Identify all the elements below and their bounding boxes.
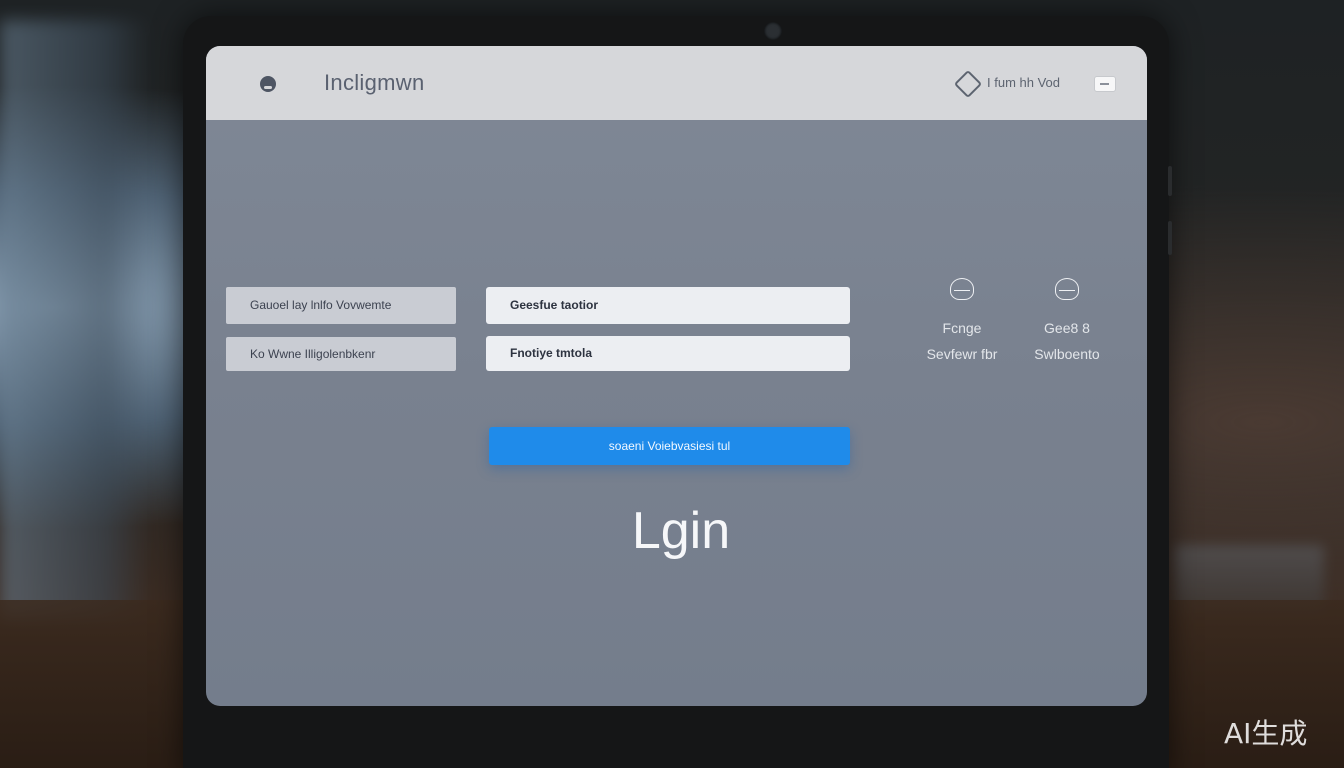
user-tile-1[interactable]: Fcnge Sevfewr fbr: [912, 278, 1012, 362]
side-button: [1168, 221, 1172, 255]
tag-icon[interactable]: [953, 69, 983, 99]
background-window-blur: [0, 20, 150, 620]
app-title: Incligmwn: [324, 70, 425, 95]
page-title: Lgin: [631, 502, 731, 560]
app-logo-icon[interactable]: [260, 76, 276, 92]
webcam: [764, 22, 782, 40]
top-right-label[interactable]: I fum hh Vod: [987, 75, 1060, 90]
text-field-1[interactable]: [486, 287, 850, 324]
minimize-icon[interactable]: [1094, 76, 1116, 92]
submit-button[interactable]: soaeni Voiebvasiesi tul: [489, 427, 850, 465]
user-tile-2[interactable]: Gee8 8 Swlboento: [1017, 278, 1117, 362]
watermark: AI生成: [1224, 717, 1308, 750]
top-bar: Incligmwn I fum hh Vod: [206, 46, 1147, 120]
field-label-1: Gauoel lay lnlfo Vovwemte: [226, 287, 456, 324]
user-subtitle: Swlboento: [1034, 346, 1100, 362]
text-field-2[interactable]: [486, 336, 850, 371]
user-avatar-icon: [950, 278, 974, 300]
user-subtitle: Sevfewr fbr: [926, 346, 998, 362]
user-name: Fcnge: [942, 320, 982, 336]
user-avatar-icon: [1055, 278, 1079, 300]
side-button: [1168, 166, 1172, 196]
user-name: Gee8 8: [1044, 320, 1090, 336]
field-label-2: Ko Wwne Illigolenbkenr: [226, 337, 456, 371]
screen: Incligmwn I fum hh Vod Gauoel lay lnlfo …: [206, 46, 1147, 706]
